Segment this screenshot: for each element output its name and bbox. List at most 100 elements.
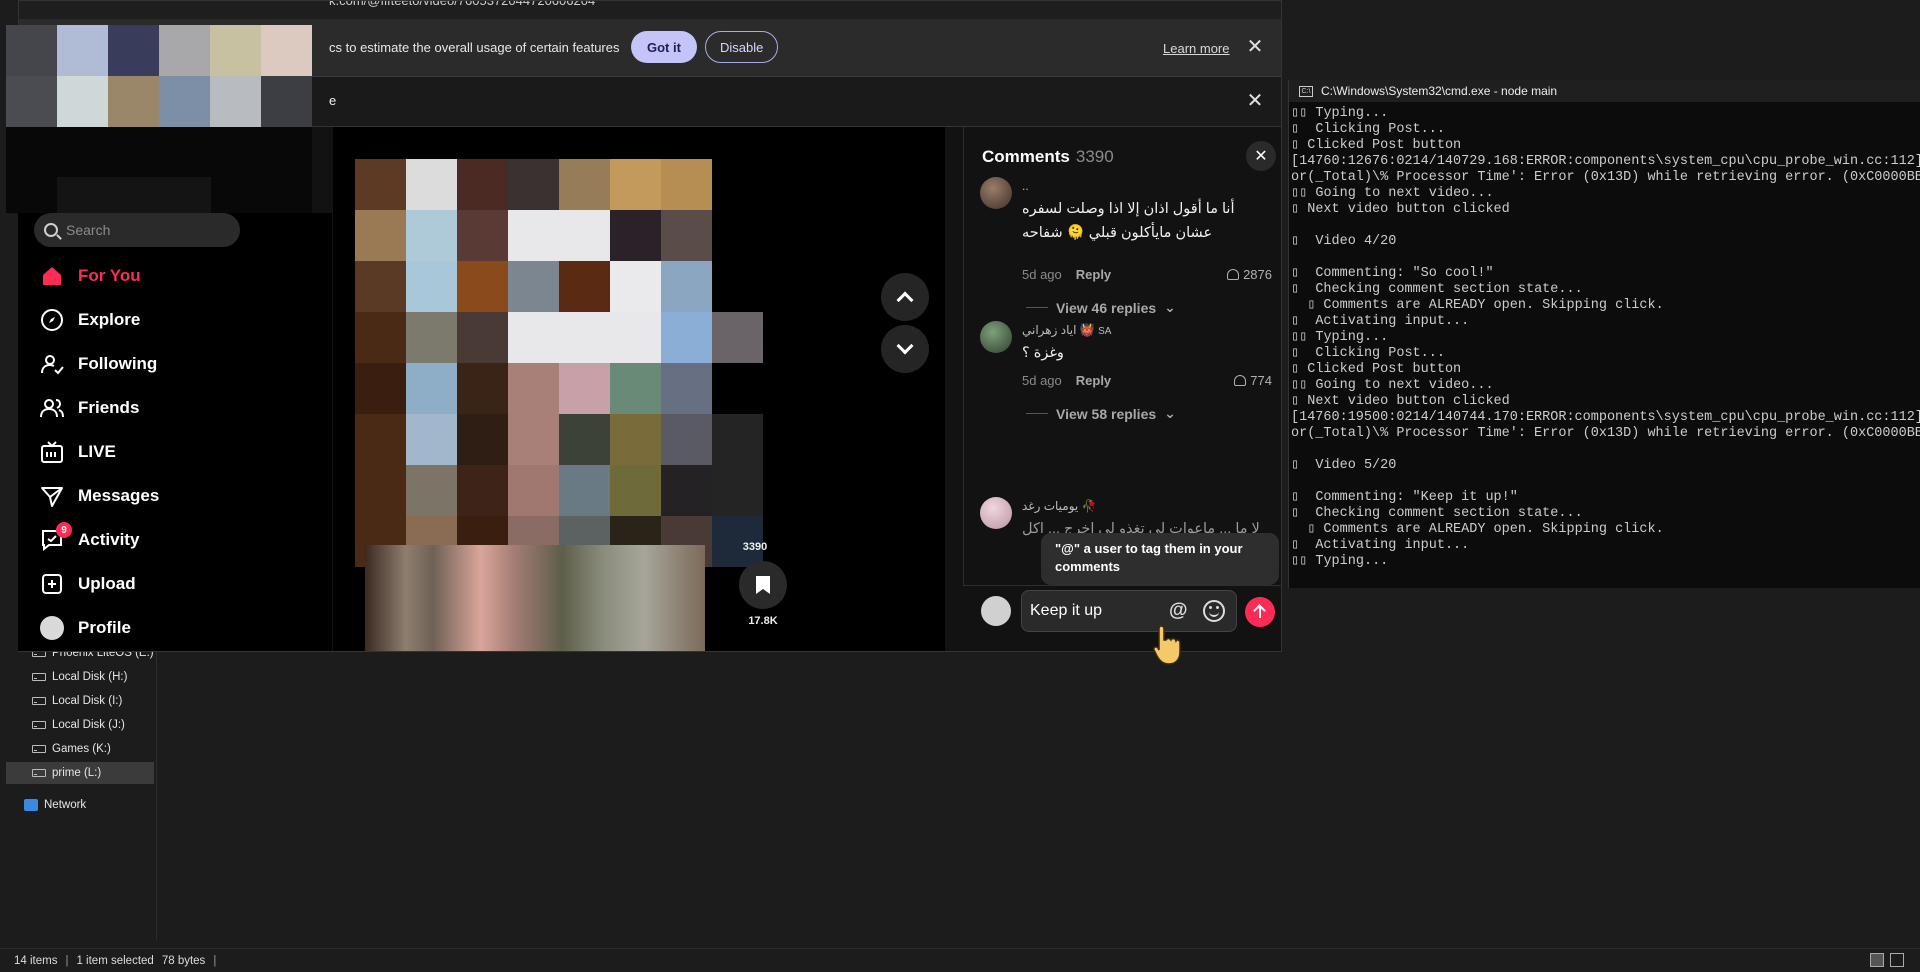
divider-line — [1026, 307, 1048, 308]
nav-friends[interactable]: Friends — [40, 393, 139, 423]
mosaic-tile — [406, 261, 457, 312]
friends-icon — [40, 396, 64, 420]
cmd-line: ▯ Comments are ALREADY open. Skipping cl… — [1291, 298, 1664, 313]
video-player[interactable]: 3390 17.8K — [333, 127, 945, 651]
home-icon — [40, 264, 64, 288]
nav-network[interactable]: Network — [0, 794, 148, 816]
nav-explore[interactable]: Explore — [40, 305, 140, 335]
nav-profile[interactable]: Profile — [40, 613, 131, 643]
notice-close-icon[interactable]: ✕ — [1245, 37, 1265, 57]
comment-avatar[interactable] — [980, 177, 1012, 209]
cmd-line — [1291, 474, 1920, 490]
emoji-icon[interactable] — [1203, 600, 1225, 622]
nav-drive-l[interactable]: prime (L:) — [6, 762, 154, 784]
cmd-line — [1291, 218, 1920, 234]
mosaic-tile — [661, 210, 712, 261]
tiles-view-icon[interactable] — [1890, 953, 1904, 967]
pixelated-overlay — [6, 25, 312, 127]
cmd-line: or(_Total)\% Processor Time': Error (0x1… — [1291, 170, 1920, 185]
cmd-line: ▯▯ Typing... — [1291, 106, 1389, 121]
nav-activity[interactable]: 9 Activity — [40, 522, 139, 555]
cmd-title-bar[interactable]: C:\ C:\Windows\System32\cmd.exe - node m… — [1289, 80, 1920, 102]
reply-button[interactable]: Reply — [1076, 267, 1111, 282]
divider-line — [1026, 413, 1048, 414]
mosaic-tile — [159, 25, 210, 76]
comment-avatar[interactable] — [980, 497, 1012, 529]
video-frame-bottom — [365, 545, 705, 651]
nav-for-you[interactable]: For You — [40, 261, 141, 291]
mosaic-tile — [508, 465, 559, 516]
mosaic-tile — [457, 363, 508, 414]
cmd-title: C:\Windows\System32\cmd.exe - node main — [1321, 84, 1558, 98]
cmd-line: [14760:12676:0214/140729.168:ERROR:compo… — [1291, 154, 1920, 169]
nav-live[interactable]: LIVE — [40, 437, 116, 467]
post-comment-button[interactable] — [1245, 597, 1275, 627]
mosaic-tile — [661, 414, 712, 465]
details-view-icon[interactable] — [1870, 953, 1884, 967]
cmd-line: ▯ Clicked Post button — [1291, 362, 1462, 377]
comment-avatar[interactable] — [980, 321, 1012, 353]
mention-at-icon[interactable]: @ — [1169, 600, 1188, 622]
like-button[interactable]: 774 — [1234, 373, 1272, 388]
got-it-button[interactable]: Got it — [631, 31, 697, 63]
activity-badge: 9 — [56, 522, 72, 538]
mosaic-tile — [610, 312, 661, 363]
save-button[interactable] — [739, 561, 787, 609]
mosaic-tile — [712, 312, 763, 363]
nav-drive-j[interactable]: Local Disk (J:) — [6, 714, 154, 736]
search-box[interactable]: Search — [34, 213, 240, 247]
chevron-up-icon — [896, 291, 914, 309]
mosaic-tile — [712, 465, 763, 516]
nav-upload[interactable]: Upload — [40, 569, 136, 599]
disable-button[interactable]: Disable — [705, 31, 779, 63]
address-url[interactable]: k.com/@fifteeto/video/760537204472060620… — [329, 1, 595, 8]
reply-button[interactable]: Reply — [1076, 373, 1111, 388]
nav-drive-i[interactable]: Local Disk (I:) — [6, 690, 154, 712]
learn-more-link[interactable]: Learn more — [1163, 41, 1229, 56]
address-bar[interactable]: k.com/@fifteeto/video/760537204472060620… — [19, 1, 1281, 19]
cmd-line: ▯ Checking comment section state... — [1291, 506, 1583, 521]
mosaic-tile — [355, 414, 406, 465]
mosaic-tile — [159, 76, 210, 127]
comment-username[interactable]: يوميات رغد 🥀 — [1022, 499, 1097, 513]
next-video-button[interactable] — [881, 325, 929, 373]
nav-drive-h[interactable]: Local Disk (H:) — [6, 666, 154, 688]
heart-icon — [1227, 269, 1240, 280]
nav-following[interactable]: Following — [40, 349, 157, 379]
nav-messages[interactable]: Messages — [40, 481, 159, 511]
mosaic-tile — [355, 363, 406, 414]
comment-text: وغزة ؟ — [1022, 345, 1064, 361]
chevron-down-icon — [896, 337, 914, 355]
comment-username[interactable]: .. — [1022, 179, 1029, 193]
comment-username[interactable]: اياد زهراني 👹 SA — [1022, 323, 1111, 337]
like-button[interactable]: 2876 — [1227, 267, 1272, 282]
previous-video-button[interactable] — [881, 273, 929, 321]
hand-cursor-icon — [1153, 625, 1181, 665]
cmd-output[interactable]: ▯▯ Typing... ▯ Clicking Post... ▯ Clicked … — [1289, 102, 1920, 588]
explorer-status-bar: 14 items | 1 item selected 78 bytes | — [0, 948, 1920, 972]
view-replies-button[interactable]: View 58 replies ⌄ — [1026, 405, 1176, 422]
cmd-window: C:\ C:\Windows\System32\cmd.exe - node m… — [1288, 80, 1920, 588]
mosaic-tile — [661, 465, 712, 516]
banner-close-icon[interactable]: ✕ — [1245, 91, 1265, 111]
drive-lock-icon — [32, 721, 46, 729]
cmd-line: ▯ Commenting: "So cool!" — [1291, 266, 1494, 281]
mosaic-tile — [457, 414, 508, 465]
nav-drive-k[interactable]: Games (K:) — [6, 738, 154, 760]
status-item-count: 14 items — [14, 954, 58, 967]
mosaic-tile — [559, 414, 610, 465]
close-comments-icon[interactable]: ✕ — [1246, 141, 1276, 171]
mosaic-tile — [610, 363, 661, 414]
drive-icon — [32, 697, 46, 705]
mosaic-tile — [457, 465, 508, 516]
view-replies-button[interactable]: View 46 replies ⌄ — [1026, 299, 1176, 316]
mosaic-tile — [355, 465, 406, 516]
cmd-line: ▯ Next video button clicked — [1291, 202, 1510, 217]
mosaic-tile — [712, 159, 763, 210]
upload-icon — [40, 572, 64, 596]
cmd-line: ▯ Next video button clicked — [1291, 394, 1510, 409]
comment-meta: 5d ago Reply — [1022, 373, 1111, 388]
mosaic-tile — [559, 363, 610, 414]
mosaic-tile — [457, 210, 508, 261]
mosaic-tile — [457, 159, 508, 210]
